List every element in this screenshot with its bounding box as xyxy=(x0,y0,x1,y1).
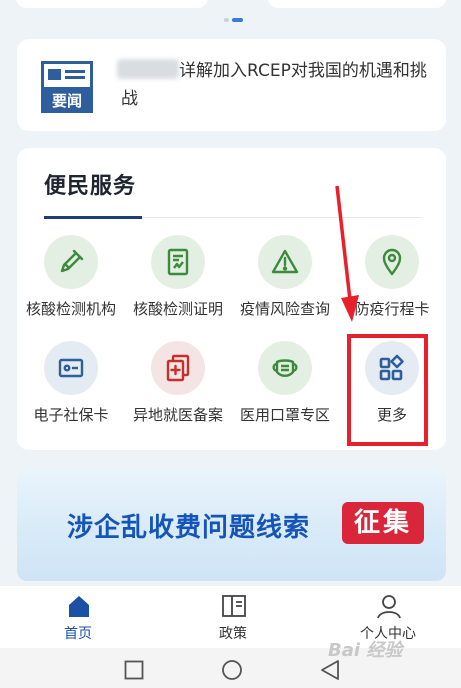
watermark: Bai 经验 xyxy=(328,640,403,661)
circle-icon[interactable] xyxy=(221,659,243,681)
back-triangle-icon[interactable] xyxy=(320,659,340,681)
promo-banner[interactable]: 涉企乱收费问题线索 征集 xyxy=(17,467,446,581)
banner-badge: 征集 xyxy=(342,502,424,544)
tab-label: 首页 xyxy=(64,626,92,642)
banner-text: 涉企乱收费问题线索 xyxy=(67,513,311,543)
annotation-highlight-box xyxy=(347,334,428,446)
square-icon[interactable] xyxy=(124,660,144,680)
tab-label: 政策 xyxy=(219,626,247,642)
book-icon xyxy=(222,595,246,617)
person-icon xyxy=(377,595,401,619)
tab-policy[interactable]: 政策 xyxy=(173,586,293,648)
home-icon xyxy=(69,596,89,617)
tab-home[interactable]: 首页 xyxy=(18,586,138,648)
